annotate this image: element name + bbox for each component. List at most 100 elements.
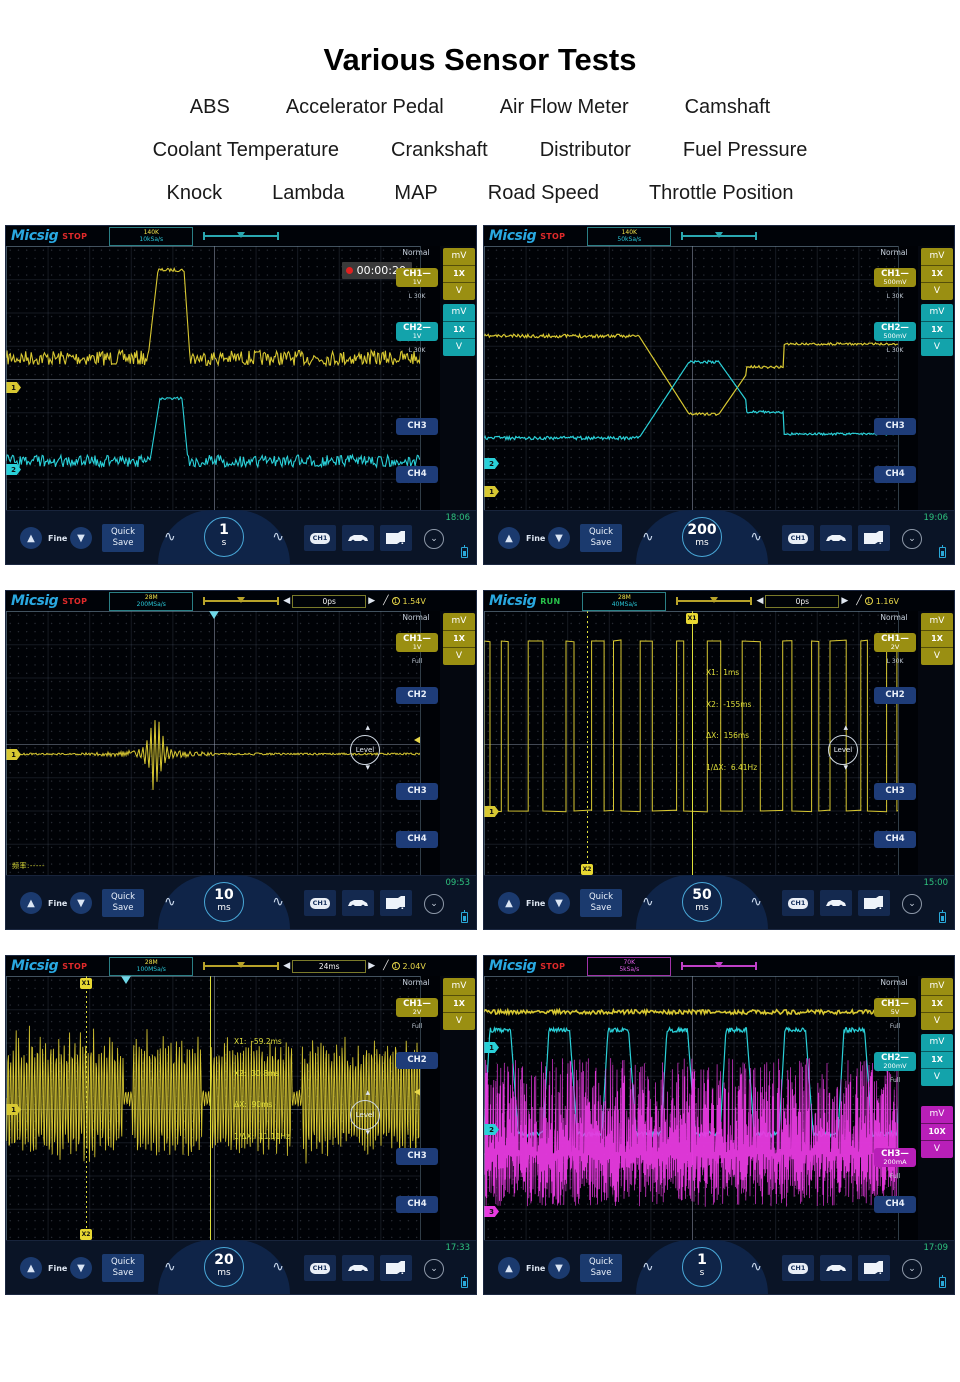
- unit-v-button[interactable]: V: [443, 648, 475, 665]
- probe-ratio-button[interactable]: 1X: [921, 1051, 953, 1069]
- trigger-position-icon[interactable]: [121, 976, 131, 984]
- expand-menu-button[interactable]: ⌄: [424, 1259, 444, 1279]
- timebase-control[interactable]: ∿ 1 s ∿: [158, 510, 290, 564]
- trigger-readout[interactable]: ╱ 1 2.04V: [383, 961, 426, 971]
- expand-menu-button[interactable]: ⌄: [424, 894, 444, 914]
- channel-button-ch4[interactable]: CH4: [874, 466, 916, 483]
- channel-select-button[interactable]: CH1: [782, 1255, 814, 1281]
- channel-button-ch2[interactable]: CH2— 500mV: [874, 322, 916, 341]
- channel-button-ch4[interactable]: CH4: [396, 466, 438, 483]
- memory-sample-block[interactable]: 70K 5kSa/s: [587, 956, 672, 976]
- memory-sample-block[interactable]: 140K 10kSa/s: [109, 226, 194, 246]
- cursor-line-x2[interactable]: [587, 611, 588, 877]
- delay-left-arrow-icon[interactable]: ◀: [283, 961, 290, 971]
- timebase-increase-icon[interactable]: ∿: [266, 529, 290, 545]
- channel-button-ch1[interactable]: CH1— 2V: [396, 998, 438, 1017]
- channel-button-ch1[interactable]: CH1— 5V: [874, 998, 916, 1017]
- unit-mv-button[interactable]: mV: [443, 248, 475, 265]
- timebase-control[interactable]: ∿ 20 ms ∿: [158, 1240, 290, 1294]
- channel-button-ch1[interactable]: CH1— 500mV: [874, 268, 916, 287]
- run-state-indicator[interactable]: STOP: [540, 232, 565, 241]
- timebase-control[interactable]: ∿ 1 s ∿: [636, 1240, 768, 1294]
- vehicle-mode-button[interactable]: [820, 890, 852, 916]
- channel-button-ch3[interactable]: CH3— 200mA: [874, 1148, 916, 1167]
- scope-4[interactable]: Micsig RUN 28M 40MSa/s ◀ 0ps ▶ ╱ 1 1.16V: [483, 590, 955, 930]
- run-state-indicator[interactable]: STOP: [62, 232, 87, 241]
- scale-down-button[interactable]: ▼: [548, 892, 570, 914]
- level-down-arrow-icon[interactable]: ▾: [843, 763, 848, 773]
- timebase-display[interactable]: 10 ms: [204, 882, 244, 922]
- channel-button-ch4[interactable]: CH4: [396, 831, 438, 848]
- scale-up-button[interactable]: ▲: [20, 527, 42, 549]
- unit-v-button[interactable]: V: [921, 1013, 953, 1030]
- scale-down-button[interactable]: ▼: [70, 892, 92, 914]
- memory-sample-block[interactable]: 140K 50kSa/s: [587, 226, 672, 246]
- delay-right-arrow-icon[interactable]: ▶: [841, 596, 848, 606]
- trigger-level-knob[interactable]: Level: [350, 735, 380, 765]
- unit-v-button[interactable]: V: [921, 283, 953, 300]
- cursor-tag-x2[interactable]: X2: [80, 1229, 92, 1240]
- level-up-arrow-icon[interactable]: ▴: [365, 723, 370, 733]
- help-button[interactable]: ?: [380, 525, 412, 551]
- waveform-plot-area[interactable]: 2 1: [484, 246, 900, 512]
- channel-button-ch3[interactable]: CH3: [874, 783, 916, 800]
- cursor-tag-x1[interactable]: X1: [80, 978, 92, 989]
- scope-3[interactable]: Micsig STOP 28M 200MSa/s ◀ 0ps ▶ ╱ 1 1.5…: [5, 590, 477, 930]
- waveform-plot-area[interactable]: 00:00:20 1 2: [6, 246, 422, 512]
- horizontal-delay-control[interactable]: ◀ 0ps ▶: [283, 594, 375, 608]
- unit-mv-button[interactable]: mV: [921, 248, 953, 265]
- quick-save-button[interactable]: Quick Save: [102, 524, 144, 552]
- trigger-readout[interactable]: ╱ 1 1.54V: [383, 596, 426, 606]
- unit-v-button[interactable]: V: [921, 1141, 953, 1158]
- probe-ratio-button[interactable]: 1X: [921, 630, 953, 648]
- scale-up-button[interactable]: ▲: [498, 527, 520, 549]
- channel-button-ch3[interactable]: CH3: [874, 418, 916, 435]
- scale-up-button[interactable]: ▲: [498, 1257, 520, 1279]
- timebase-increase-icon[interactable]: ∿: [266, 1259, 290, 1275]
- unit-mv-button[interactable]: mV: [443, 978, 475, 995]
- waveform-plot-area[interactable]: X1: -59.2ms X2: 30.8ms ΔX: 90ms 1/ΔX: 11…: [6, 976, 422, 1242]
- level-up-arrow-icon[interactable]: ▴: [843, 723, 848, 733]
- memory-position-bar[interactable]: [676, 597, 753, 605]
- run-state-indicator[interactable]: STOP: [62, 597, 87, 606]
- probe-ratio-button[interactable]: 1X: [921, 321, 953, 339]
- cursor-tag-x2[interactable]: X2: [581, 864, 593, 875]
- unit-v-button[interactable]: V: [443, 1013, 475, 1030]
- timebase-increase-icon[interactable]: ∿: [744, 529, 768, 545]
- timebase-increase-icon[interactable]: ∿: [744, 894, 768, 910]
- unit-v-button[interactable]: V: [921, 648, 953, 665]
- help-button[interactable]: ?: [858, 525, 890, 551]
- memory-position-bar[interactable]: [681, 962, 758, 970]
- unit-mv-button[interactable]: mV: [921, 304, 953, 321]
- channel-select-button[interactable]: CH1: [304, 1255, 336, 1281]
- channel-button-ch3[interactable]: CH3: [396, 418, 438, 435]
- unit-mv-button[interactable]: mV: [921, 1034, 953, 1051]
- run-state-indicator[interactable]: STOP: [540, 962, 565, 971]
- vehicle-mode-button[interactable]: [342, 525, 374, 551]
- help-button[interactable]: ?: [858, 890, 890, 916]
- quick-save-button[interactable]: Quick Save: [102, 1254, 144, 1282]
- help-button[interactable]: ?: [380, 890, 412, 916]
- waveform-plot-area[interactable]: 频率:----- 1 Level ▴ ▾: [6, 611, 422, 877]
- horizontal-delay-control[interactable]: ◀ 24ms ▶: [283, 959, 375, 973]
- level-down-arrow-icon[interactable]: ▾: [365, 763, 370, 773]
- timebase-control[interactable]: ∿ 50 ms ∿: [636, 875, 768, 929]
- expand-menu-button[interactable]: ⌄: [902, 1259, 922, 1279]
- trigger-level-knob[interactable]: Level: [828, 735, 858, 765]
- timebase-decrease-icon[interactable]: ∿: [636, 894, 660, 910]
- channel-select-button[interactable]: CH1: [304, 525, 336, 551]
- unit-mv-button[interactable]: mV: [921, 1106, 953, 1123]
- unit-mv-button[interactable]: mV: [921, 613, 953, 630]
- timebase-control[interactable]: ∿ 200 ms ∿: [636, 510, 768, 564]
- probe-ratio-button[interactable]: 10X: [921, 1123, 953, 1141]
- channel-button-ch4[interactable]: CH4: [874, 831, 916, 848]
- level-down-arrow-icon[interactable]: ▾: [365, 1128, 370, 1138]
- cursor-line-x1[interactable]: [692, 611, 693, 877]
- memory-sample-block[interactable]: 28M 200MSa/s: [109, 591, 194, 611]
- memory-position-bar[interactable]: [203, 232, 280, 240]
- channel-button-ch2[interactable]: CH2: [396, 687, 438, 704]
- channel-button-ch4[interactable]: CH4: [874, 1196, 916, 1213]
- cursor-tag-x1[interactable]: X1: [686, 613, 698, 624]
- memory-position-bar[interactable]: [203, 597, 280, 605]
- timebase-increase-icon[interactable]: ∿: [744, 1259, 768, 1275]
